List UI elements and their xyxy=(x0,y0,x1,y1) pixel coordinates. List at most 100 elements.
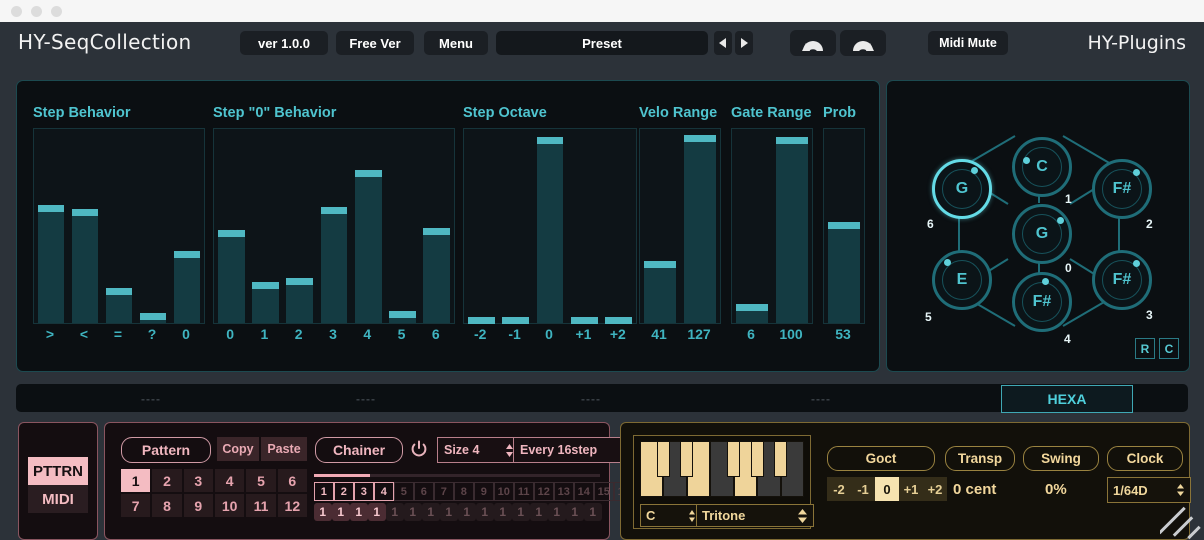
bar-3[interactable] xyxy=(317,129,351,323)
transp-button[interactable]: Transp xyxy=(945,446,1015,471)
goct-option-row[interactable]: -2 -1 0 +1 +2 xyxy=(827,477,947,501)
bar-1[interactable] xyxy=(68,129,102,323)
chainer-step-15[interactable]: 15 xyxy=(594,482,614,501)
menu-button[interactable]: Menu xyxy=(424,31,488,55)
chainer-value-2[interactable]: 1 xyxy=(332,503,350,521)
mode-pattern-button[interactable]: PTTRN xyxy=(28,457,88,485)
hex-node-3[interactable]: F# xyxy=(1092,250,1152,310)
chainer-step-6[interactable]: 6 xyxy=(414,482,434,501)
chainer-value-5[interactable]: 1 xyxy=(386,503,404,521)
version-button[interactable]: ver 1.0.0 xyxy=(240,31,328,55)
piano-keyboard[interactable] xyxy=(640,441,804,497)
chainer-button[interactable]: Chainer xyxy=(315,437,403,463)
pattern-slot-2[interactable]: 2 xyxy=(152,469,182,492)
chainer-step-13[interactable]: 13 xyxy=(554,482,574,501)
preset-selector[interactable]: Preset xyxy=(496,31,708,55)
pattern-button[interactable]: Pattern xyxy=(121,437,211,463)
bar-6[interactable] xyxy=(420,129,454,323)
swing-button[interactable]: Swing xyxy=(1023,446,1099,471)
piano-key-A#[interactable] xyxy=(774,441,788,477)
chainer-value-11[interactable]: 1 xyxy=(494,503,512,521)
pattern-slot-grid[interactable]: 1 2 3 4 5 6 7 8 9 10 11 12 xyxy=(121,469,307,517)
bar-0[interactable] xyxy=(34,129,68,323)
chainer-step-1[interactable]: 1 xyxy=(314,482,334,501)
bar-1[interactable] xyxy=(680,129,720,323)
chainer-step-10[interactable]: 10 xyxy=(494,482,514,501)
pattern-slot-5[interactable]: 5 xyxy=(246,469,276,492)
slot-4[interactable]: ---- xyxy=(811,392,831,406)
goct-option--2[interactable]: -2 xyxy=(827,477,851,501)
hex-node-2[interactable]: F# xyxy=(1092,159,1152,219)
chainer-value-1[interactable]: 1 xyxy=(314,503,332,521)
hex-node-6[interactable]: G xyxy=(932,159,992,219)
chainer-value-16[interactable]: 1 xyxy=(584,503,602,521)
bar-2[interactable] xyxy=(533,129,567,323)
slot-2[interactable]: ---- xyxy=(356,392,376,406)
chainer-value-3[interactable]: 1 xyxy=(350,503,368,521)
zoom-icon[interactable] xyxy=(51,6,62,17)
pattern-slot-1[interactable]: 1 xyxy=(121,469,151,492)
bar-0[interactable] xyxy=(640,129,680,323)
goct-option-+1[interactable]: +1 xyxy=(899,477,923,501)
chainer-value-8[interactable]: 1 xyxy=(440,503,458,521)
bar-4[interactable] xyxy=(351,129,385,323)
close-icon[interactable] xyxy=(11,6,22,17)
bar-3[interactable] xyxy=(567,129,601,325)
bar-1[interactable] xyxy=(248,129,282,323)
slot-1[interactable]: ---- xyxy=(141,392,161,406)
chainer-value-7[interactable]: 1 xyxy=(422,503,440,521)
hex-node-5[interactable]: E xyxy=(932,250,992,310)
bar-0[interactable] xyxy=(732,129,772,323)
goct-option-0[interactable]: 0 xyxy=(875,477,899,501)
piano-key-C#[interactable] xyxy=(656,441,670,477)
prob-plot[interactable] xyxy=(823,128,865,324)
chainer-step-8[interactable]: 8 xyxy=(454,482,474,501)
bar-1[interactable] xyxy=(772,129,812,323)
hexa-tab-button[interactable]: HEXA xyxy=(1001,385,1133,413)
preset-prev-button[interactable] xyxy=(714,31,732,55)
chainer-step-11[interactable]: 11 xyxy=(514,482,534,501)
chainer-step-4[interactable]: 4 xyxy=(374,482,394,501)
bar-0[interactable] xyxy=(214,129,248,323)
pattern-slot-4[interactable]: 4 xyxy=(215,469,245,492)
midi-mute-button[interactable]: Midi Mute xyxy=(928,31,1008,55)
velo-range-plot[interactable] xyxy=(639,128,721,324)
step-octave-plot[interactable] xyxy=(463,128,637,325)
pattern-slot-11[interactable]: 11 xyxy=(246,494,276,517)
bar-3[interactable] xyxy=(136,129,170,323)
pattern-slot-10[interactable]: 10 xyxy=(215,494,245,517)
chainer-value-9[interactable]: 1 xyxy=(458,503,476,521)
pattern-slot-7[interactable]: 7 xyxy=(121,494,151,517)
chainer-step-7[interactable]: 7 xyxy=(434,482,454,501)
undo-button[interactable] xyxy=(790,30,836,56)
scale-select[interactable]: Tritone xyxy=(696,504,814,527)
copy-button[interactable]: Copy xyxy=(217,437,259,461)
pattern-slot-9[interactable]: 9 xyxy=(183,494,213,517)
pattern-slot-6[interactable]: 6 xyxy=(277,469,307,492)
preset-next-button[interactable] xyxy=(735,31,753,55)
pattern-slot-3[interactable]: 3 xyxy=(183,469,213,492)
hex-node-4[interactable]: F# xyxy=(1012,272,1072,332)
chainer-step-numbers[interactable]: 12345678910111213141516 xyxy=(314,482,634,501)
slot-3[interactable]: ---- xyxy=(581,392,601,406)
chainer-every-select[interactable]: Every 16step xyxy=(513,437,637,463)
free-version-button[interactable]: Free Ver xyxy=(336,31,414,55)
step-behavior-plot[interactable] xyxy=(33,128,205,324)
chainer-step-3[interactable]: 3 xyxy=(354,482,374,501)
chainer-value-6[interactable]: 1 xyxy=(404,503,422,521)
chainer-step-values[interactable]: 1111111111111111 xyxy=(314,503,602,521)
paste-button[interactable]: Paste xyxy=(261,437,307,461)
hexagon-r-button[interactable]: R xyxy=(1135,338,1155,359)
bar-1[interactable] xyxy=(498,129,532,325)
hex-node-0[interactable]: G xyxy=(1012,204,1072,264)
piano-key-F#[interactable] xyxy=(727,441,741,477)
chainer-value-4[interactable]: 1 xyxy=(368,503,386,521)
piano-key-G#[interactable] xyxy=(750,441,764,477)
minimize-icon[interactable] xyxy=(31,6,42,17)
hex-node-1[interactable]: C xyxy=(1012,137,1072,197)
chainer-step-5[interactable]: 5 xyxy=(394,482,414,501)
chainer-value-14[interactable]: 1 xyxy=(548,503,566,521)
chainer-step-14[interactable]: 14 xyxy=(574,482,594,501)
chainer-step-12[interactable]: 12 xyxy=(534,482,554,501)
bar-2[interactable] xyxy=(283,129,317,323)
